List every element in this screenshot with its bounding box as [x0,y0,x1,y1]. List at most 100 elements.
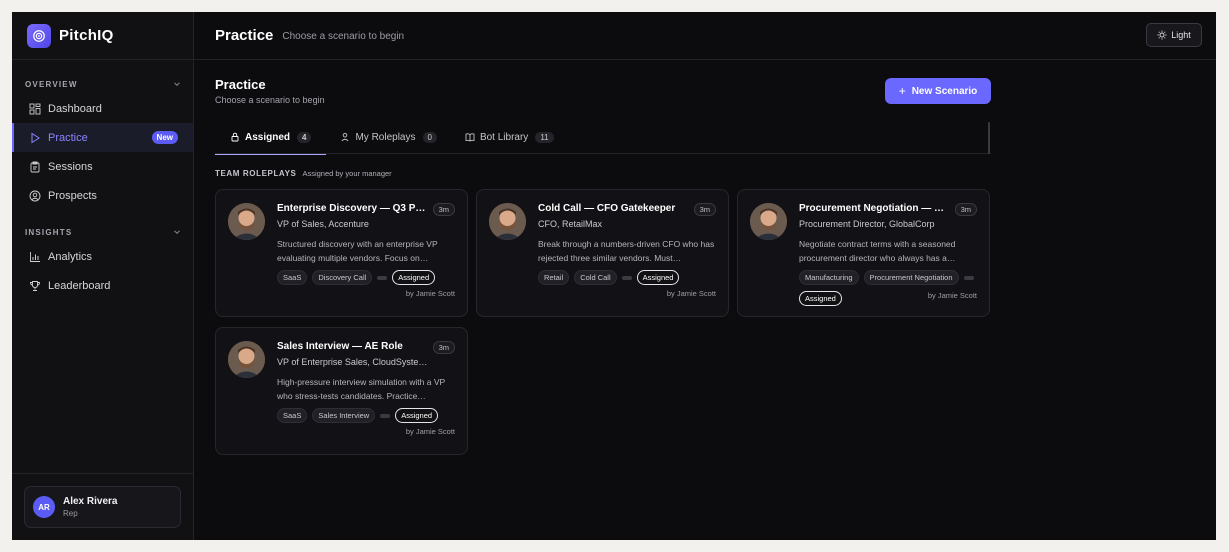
tag: Procurement Negotiation [863,270,959,285]
group-title: TEAM ROLEPLAYS [215,168,297,178]
sidebar-item-dashboard[interactable]: Dashboard [12,94,193,123]
page-subtitle: Choose a scenario to begin [215,95,325,105]
lock-icon [230,132,240,142]
tag-list: Retail Cold Call Assigned [538,270,718,285]
new-badge: New [151,131,178,144]
tab-label: Bot Library [479,131,529,143]
card-persona-role: VP of Enterprise Sales, CloudSyste… [277,357,428,367]
card-persona-role: CFO, RetailMax [538,219,603,229]
tab-count: 11 [535,131,554,143]
page-title: Practice [215,77,266,92]
user-circle-icon [29,190,41,202]
tab-assigned[interactable]: Assigned 4 [215,120,327,155]
card-description: Structured discovery with an enterprise … [277,239,438,263]
avatar: AR [33,496,55,518]
user-card[interactable]: AR Alex Rivera Rep [24,486,181,528]
sidebar-item-label: Sessions [48,160,93,173]
persona-avatar [489,203,526,240]
scenario-grid: Enterprise Discovery — Q3 Pu… 3m VP of S… [215,189,991,459]
duration-badge: 3m [954,203,977,216]
tag-placeholder [380,413,391,418]
scenario-card[interactable]: Procurement Negotiation — M… 3m Procurem… [737,189,990,317]
card-persona-role: Procurement Director, GlobalCorp [799,219,935,229]
page-header: Practice Choose a scenario to begin + Ne… [215,60,991,120]
dashboard-icon [29,103,41,115]
tag-placeholder [963,275,974,280]
status-badge: Assigned [392,270,436,285]
topbar-subtitle: Choose a scenario to begin [282,31,405,42]
chevron-down-icon [174,230,180,235]
content: Practice Choose a scenario to begin + Ne… [215,60,991,459]
sidebar-item-leaderboard[interactable]: Leaderboard [12,271,193,300]
card-author: by Jamie Scott [927,291,977,300]
chevron-down-icon [174,82,180,87]
main-area: Practice Choose a scenario to begin Ligh… [194,12,1216,540]
new-scenario-button[interactable]: + New Scenario [885,78,991,104]
tag-list: Manufacturing Procurement Negotiation As… [799,270,979,306]
status-badge: Assigned [395,408,439,423]
scrollbar-handle[interactable] [988,122,990,154]
card-title: Sales Interview — AE Role [277,341,403,352]
scenario-card[interactable]: Enterprise Discovery — Q3 Pu… 3m VP of S… [215,189,468,317]
persona-avatar [228,203,265,240]
theme-toggle-label: Light [1171,30,1191,40]
user-role: Rep [63,509,78,518]
sidebar-item-label: Prospects [48,189,97,202]
user-name: Alex Rivera [63,496,118,507]
tab-my-roleplays[interactable]: My Roleplays 0 [326,120,450,154]
theme-toggle-button[interactable]: Light [1146,23,1202,47]
group-subtitle: Assigned by your manager [302,168,392,178]
duration-badge: 3m [432,341,455,354]
tag: SaaS [277,270,308,285]
section-insights[interactable]: INSIGHTS [12,222,193,242]
section-overview[interactable]: OVERVIEW [12,74,193,94]
tag-placeholder [377,275,388,280]
topbar-title: Practice [215,27,274,44]
brand[interactable]: PitchIQ [12,12,193,60]
group-header: TEAM ROLEPLAYS Assigned by your manager [215,167,991,179]
trophy-icon [29,280,41,292]
bar-chart-icon [29,251,41,263]
card-title: Cold Call — CFO Gatekeeper [538,203,676,214]
tag: Sales Interview [312,408,376,423]
card-description: Break through a numbers-driven CFO who h… [538,239,715,263]
tag-placeholder [621,275,632,280]
tag: SaaS [277,408,308,423]
card-author: by Jamie Scott [666,289,716,298]
persona-avatar [228,341,265,378]
card-description: High-pressure interview simulation with … [277,377,446,401]
tab-bar: Assigned 4 My Roleplays 0 Bot Library 11 [215,120,991,155]
logo-icon [27,23,51,48]
card-author: by Jamie Scott [405,289,455,298]
new-scenario-label: New Scenario [911,85,978,97]
sidebar-item-prospects[interactable]: Prospects [12,181,193,210]
play-icon [29,132,41,144]
tag: Retail [538,270,570,285]
card-title: Enterprise Discovery — Q3 Pu… [277,203,429,214]
sidebar: PitchIQ OVERVIEW Dashboard Practice New … [12,12,194,540]
sidebar-item-label: Dashboard [48,102,102,115]
duration-badge: 3m [693,203,716,216]
sidebar-item-label: Analytics [48,250,93,263]
app-window: PitchIQ OVERVIEW Dashboard Practice New … [12,12,1216,540]
tab-label: Assigned [245,131,291,143]
scenario-card[interactable]: Cold Call — CFO Gatekeeper 3m CFO, Retai… [476,189,729,317]
status-badge: Assigned [799,291,842,306]
sidebar-item-analytics[interactable]: Analytics [12,242,193,271]
scenario-card[interactable]: Sales Interview — AE Role 3m VP of Enter… [215,327,468,455]
tag-list: SaaS Sales Interview Assigned [277,408,457,423]
sidebar-item-sessions[interactable]: Sessions [12,152,193,181]
section-title-insights: INSIGHTS [25,227,73,237]
tag-list: SaaS Discovery Call Assigned [277,270,457,285]
clipboard-icon [29,161,41,173]
sidebar-item-practice[interactable]: Practice New [12,123,193,152]
tab-label: My Roleplays [355,131,416,143]
divider [12,473,193,474]
tab-bot-library[interactable]: Bot Library 11 [451,120,568,154]
card-persona-role: VP of Sales, Accenture [277,219,369,229]
section-title-overview: OVERVIEW [25,79,78,89]
card-description: Negotiate contract terms with a seasoned… [799,239,956,263]
tag: Discovery Call [312,270,373,285]
card-author: by Jamie Scott [405,427,455,436]
plus-icon: + [898,84,906,98]
